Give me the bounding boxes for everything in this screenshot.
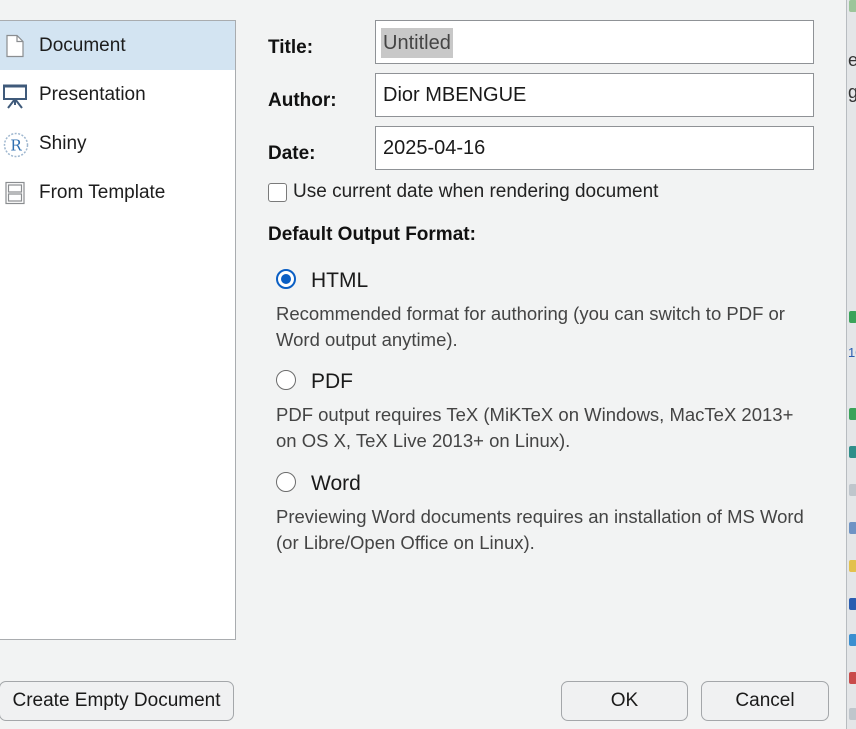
background-chip [849,522,856,534]
default-output-format-heading: Default Output Format: [268,224,476,245]
background-chip [849,708,856,720]
html-radio-label[interactable]: HTML [311,269,368,293]
title-label: Title: [268,37,314,58]
background-chip [849,634,856,646]
background-text-fragment: 10 [848,345,856,360]
use-current-date-label: Use current date when rendering document [293,181,659,202]
shiny-icon: R [3,132,29,157]
background-chip [849,484,856,496]
author-field[interactable] [375,73,814,117]
document-icon [3,34,27,58]
template-item-label: Presentation [39,83,146,105]
html-description: Recommended format for authoring (you ca… [276,303,785,350]
word-description: Previewing Word documents requires an in… [276,506,804,553]
date-field[interactable] [375,126,814,170]
background-window-edge: e. g 10 [846,0,856,729]
new-rmarkdown-dialog: Document Presentation R Shiny From Templ… [0,0,846,729]
word-radio[interactable] [276,472,296,492]
template-icon [3,181,27,205]
background-chip [849,560,856,572]
template-type-list: Document Presentation R Shiny From Templ… [0,20,236,640]
html-radio[interactable] [276,269,296,289]
date-label: Date: [268,143,316,164]
pdf-radio[interactable] [276,370,296,390]
template-item-label: From Template [39,181,166,203]
presentation-icon [3,83,27,109]
use-current-date-row[interactable]: Use current date when rendering document [268,181,658,203]
background-chip [849,446,856,458]
background-chip [849,598,856,610]
background-chip [849,0,856,12]
create-empty-document-button[interactable]: Create Empty Document [0,681,234,721]
use-current-date-checkbox[interactable] [268,182,287,202]
word-radio-label[interactable]: Word [311,472,361,496]
background-chip [849,311,856,323]
cancel-button[interactable]: Cancel [701,681,829,721]
template-item-document[interactable]: Document [0,21,235,70]
template-item-shiny[interactable]: R Shiny [0,119,235,168]
background-text-fragment: e. [848,50,856,71]
template-item-label: Shiny [39,132,87,154]
pdf-radio-label[interactable]: PDF [311,370,353,394]
title-value-selection: Untitled [381,28,453,58]
background-chip [849,408,856,420]
author-label: Author: [268,90,337,111]
template-item-presentation[interactable]: Presentation [0,70,235,119]
template-item-from-template[interactable]: From Template [0,168,235,217]
background-text-fragment: g [848,82,856,103]
background-chip [849,672,856,684]
ok-button[interactable]: OK [561,681,688,721]
pdf-description: PDF output requires TeX (MiKTeX on Windo… [276,404,794,451]
svg-text:R: R [10,136,22,154]
template-item-label: Document [39,34,126,56]
